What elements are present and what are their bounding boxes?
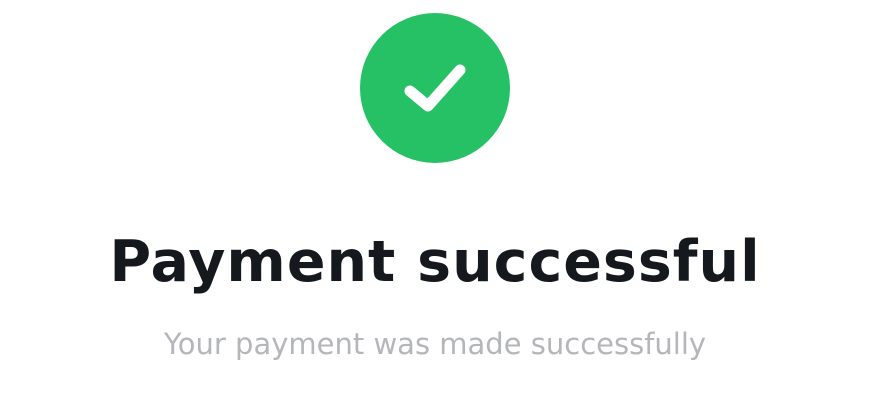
page-title: Payment successful (109, 229, 761, 295)
page-subtitle: Your payment was made successfully (163, 327, 707, 361)
payment-success-screen: Payment successful Your payment was made… (0, 0, 870, 401)
checkmark-icon (404, 64, 466, 112)
success-badge (360, 13, 510, 163)
